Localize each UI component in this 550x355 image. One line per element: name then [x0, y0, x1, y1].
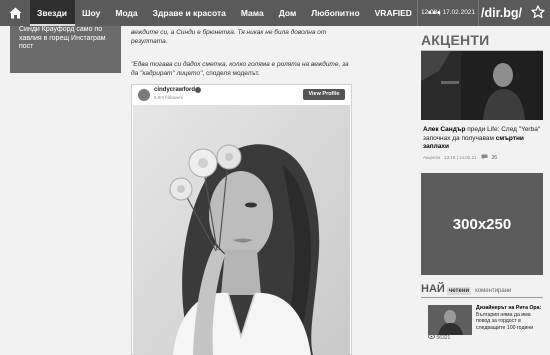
accent-article-meta: Акценти 13:18 | 14.02.21 26	[423, 154, 543, 161]
nav-item-zvezdi[interactable]: Звезди	[30, 0, 76, 26]
related-article-card[interactable]: Синди Крауфорд само по хавлия в горещ Ин…	[10, 26, 121, 73]
most-heading: НАЙ	[421, 283, 445, 295]
nav-item-vrafied[interactable]: VRAFIED	[368, 0, 420, 26]
nav-item-health-beauty[interactable]: Здраве и красота	[146, 0, 234, 26]
related-article-title[interactable]: Синди Крауфорд само по хавлия в горещ Ин…	[19, 26, 117, 52]
tab-most-read[interactable]: четени	[446, 287, 472, 295]
nav-item-show[interactable]: Шоу	[75, 0, 108, 26]
brand-logo[interactable]: /dir.bg/	[481, 0, 522, 26]
accent-article-title[interactable]: Алек Сандър преди Life: След "Yerba" зап…	[423, 126, 543, 152]
article-quote-paragraph: "Едва тогава си дадох сметка, колко голя…	[131, 60, 356, 78]
nav-item-dom[interactable]: Дом	[272, 0, 305, 26]
most-read-name[interactable]: Дизайнерът на Рита Ора:	[476, 305, 541, 311]
most-read-views: 56321	[428, 334, 450, 341]
most-read-image[interactable]	[428, 305, 472, 335]
most-read-view-count: 56321	[436, 335, 451, 341]
instagram-followers: 6.9m followers	[154, 95, 184, 100]
accent-section-label[interactable]: Акценти	[423, 155, 440, 160]
tab-most-commented[interactable]: коментирани	[475, 288, 511, 294]
most-read-rest[interactable]: България няма да има повод за гордост в …	[476, 312, 533, 331]
nav-item-lyubopitno[interactable]: Любопитно	[304, 0, 367, 26]
ad-banner[interactable]: 300x250	[421, 173, 543, 275]
comment-icon	[481, 154, 488, 161]
instagram-header: cindycrawford 6.9m followers View Profil…	[132, 85, 351, 105]
verified-icon	[195, 87, 201, 93]
instagram-username[interactable]: cindycrawford	[154, 87, 195, 93]
view-profile-button[interactable]: View Profile	[303, 89, 345, 100]
home-icon[interactable]	[0, 0, 30, 26]
accent-comment-count: 26	[491, 154, 498, 161]
date-time: 12:08 | 17.02.2021	[417, 0, 479, 26]
star-icon[interactable]	[531, 5, 545, 24]
most-divider	[421, 297, 543, 298]
accent-article-name[interactable]: Алек Сандър	[423, 126, 465, 133]
avatar[interactable]	[138, 89, 150, 101]
most-read-header: НАЙ четени коментирани	[421, 283, 511, 295]
most-read-title[interactable]: Дизайнерът на Рита Ора: България няма да…	[476, 305, 544, 331]
article-paragraph: веждите си, а Синди е брюнетка. Тя никак…	[131, 29, 327, 45]
nav-item-mama[interactable]: Мама	[234, 0, 272, 26]
nav-item-moda[interactable]: Мода	[108, 0, 145, 26]
article-body: веждите си, а Синди е брюнетка. Тя никак…	[131, 26, 356, 78]
accents-heading: АКЦЕНТИ	[421, 32, 490, 48]
article-quote-suffix: , споделя моделът.	[202, 70, 260, 77]
instagram-photo[interactable]	[133, 105, 350, 355]
accent-article-image[interactable]	[421, 51, 543, 120]
instagram-embed: cindycrawford 6.9m followers View Profil…	[131, 84, 352, 355]
accent-date: 13:18 | 14.02.21	[444, 155, 477, 160]
